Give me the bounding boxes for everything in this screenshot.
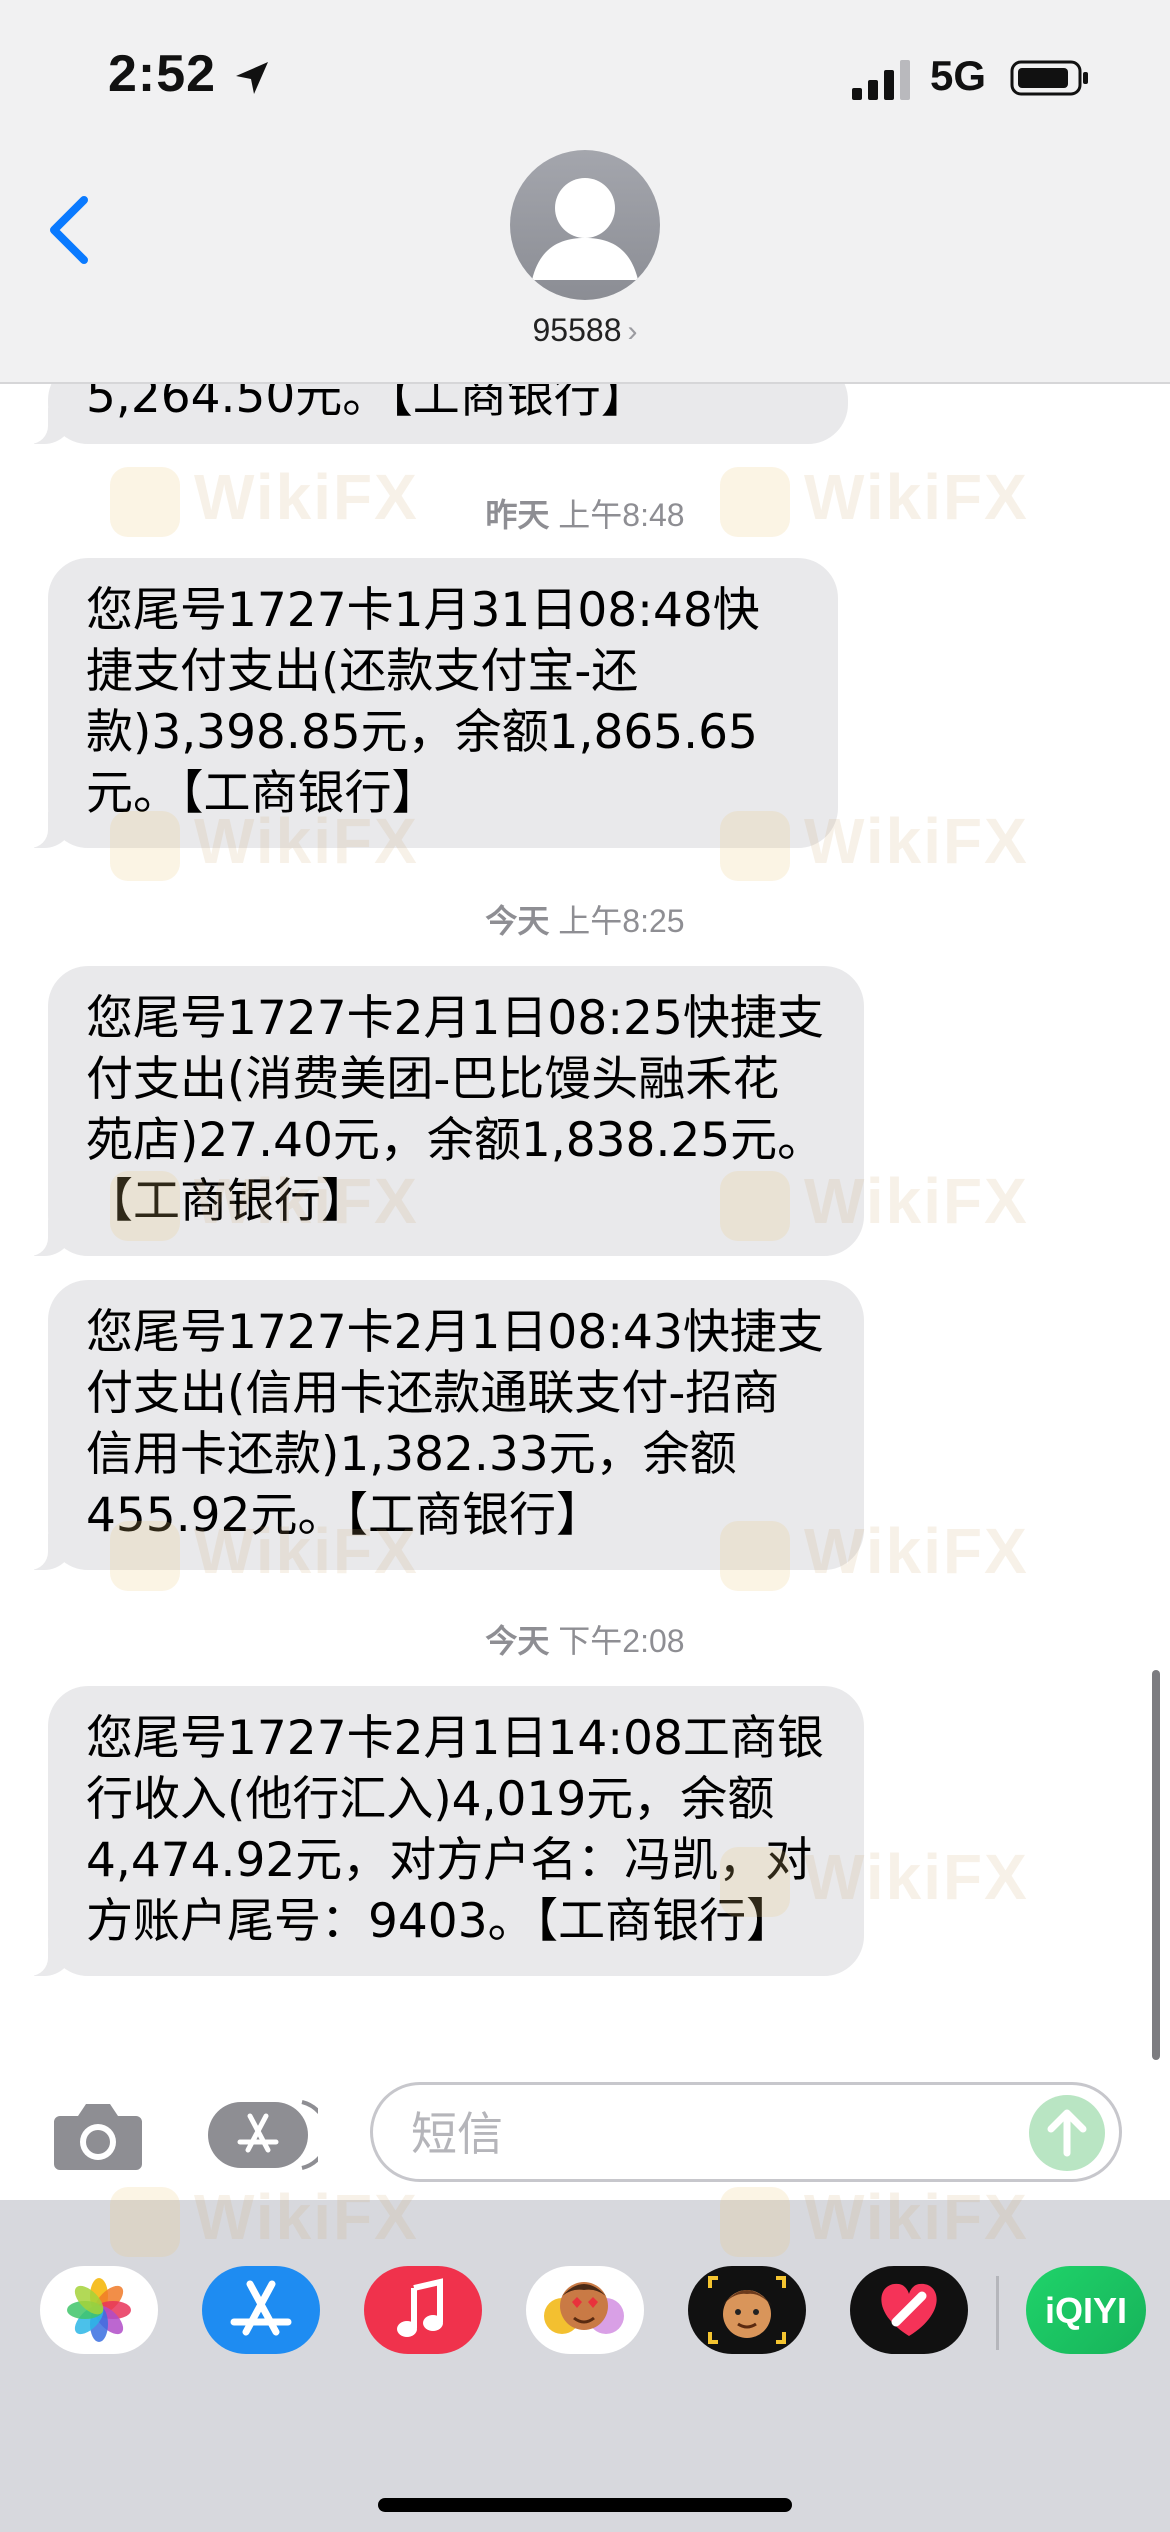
photos-icon[interactable] [40,2266,158,2354]
watermark-text: WikiFX [804,805,1029,877]
drawer-divider [996,2276,999,2350]
music-icon[interactable] [364,2266,482,2354]
timestamp: 今天 上午8:25 [0,896,1170,942]
timestamp: 昨天 上午8:48 [0,490,1170,536]
arrow-up-icon [1047,2109,1087,2157]
home-indicator[interactable] [378,2498,792,2512]
timestamp-time: 上午8:25 [558,903,685,939]
contact-avatar[interactable] [510,150,660,300]
memoji-icon[interactable] [688,2266,806,2354]
app-store-icon[interactable] [202,2266,320,2354]
message-bubble[interactable]: 5,264.50元。【工商银行】 [18,384,848,444]
digital-touch-icon[interactable] [850,2266,968,2354]
conversation-header: 95588 › [0,140,1170,384]
message-input[interactable] [409,2103,1013,2165]
send-button[interactable] [1029,2095,1105,2171]
message-bubble[interactable]: 您尾号1727卡1月31日08:48快捷支付支出(还款支付宝-还款)3,398.… [18,558,838,848]
message-field[interactable] [370,2082,1122,2182]
iqiyi-label: iQIYI [1044,2290,1128,2331]
chevron-right-icon: › [627,315,638,348]
network-type: 5G [930,52,987,99]
back-chevron-icon[interactable] [40,190,100,270]
iqiyi-icon[interactable]: iQIYI [1026,2266,1146,2354]
compose-bar [0,2060,1170,2200]
message-bubble[interactable]: 您尾号1727卡2月1日08:43快捷支付支出(信用卡还款通联支付-招商信用卡还… [18,1280,864,1570]
contact-name-row[interactable]: 95588 › [0,312,1170,349]
camera-icon[interactable] [52,2100,144,2172]
person-icon [532,178,638,280]
status-time: 2:52 [108,45,217,103]
message-bubble[interactable]: 您尾号1727卡2月1日14:08工商银行收入(他行汇入)4,019元，余额4,… [18,1686,864,1976]
contact-number: 95588 [532,312,622,348]
app-drawer: iQIYI WikiFX WikiFX [0,2181,1170,2532]
app-store-button-icon[interactable] [206,2096,318,2174]
memoji-stickers-icon[interactable] [526,2266,644,2354]
status-bar: 2:52 5G [0,0,1170,140]
location-arrow-icon [236,62,268,94]
timestamp-day: 今天 [485,1623,550,1659]
timestamp-day: 今天 [485,903,550,939]
timestamp-day: 昨天 [485,497,550,533]
battery-icon [1010,60,1088,96]
cellular-signal-icon [852,60,910,100]
timestamp-time: 上午8:48 [558,497,685,533]
message-thread[interactable]: 5,264.50元。【工商银行】 昨天 上午8:48 您尾号1727卡1月31日… [0,384,1170,2036]
scrollbar[interactable] [1152,1670,1160,2060]
message-bubble[interactable]: 您尾号1727卡2月1日08:25快捷支付支出(消费美团-巴比馒头融禾花苑店)2… [18,966,864,1256]
timestamp-time: 下午2:08 [558,1623,685,1659]
timestamp: 今天 下午2:08 [0,1616,1170,1662]
